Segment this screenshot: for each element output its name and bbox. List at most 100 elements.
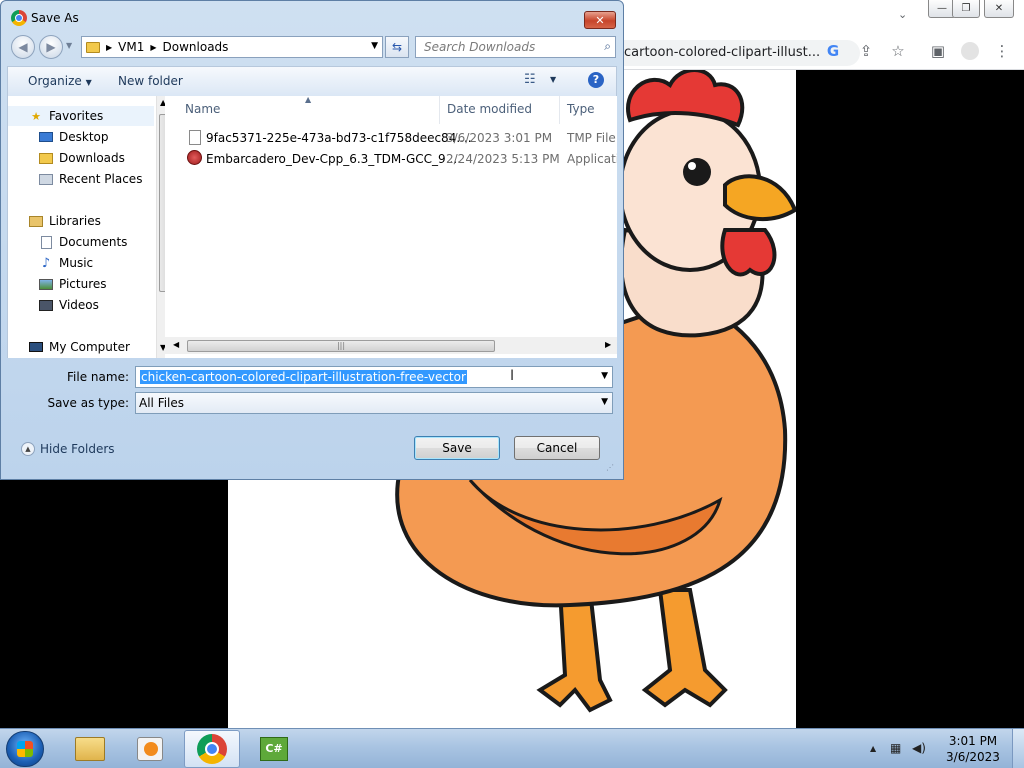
taskbar-csharp[interactable]: C#	[246, 730, 302, 768]
csharp-icon: C#	[260, 737, 288, 761]
refresh-icon: ⇆	[391, 40, 403, 54]
file-name-value: chicken-cartoon-colored-clipart-illustra…	[140, 370, 467, 384]
documents-icon	[38, 235, 54, 249]
share-icon[interactable]: ⇪	[853, 38, 879, 64]
bookmark-star-icon[interactable]: ☆	[885, 38, 911, 64]
file-type: TMP File	[567, 131, 616, 145]
file-date: 3/6/2023 3:01 PM	[446, 131, 553, 145]
nav-videos[interactable]: Videos	[38, 295, 99, 315]
column-header-date[interactable]: Date modified	[447, 102, 532, 116]
taskbar-media-player[interactable]	[122, 730, 178, 768]
file-type: Applicatio	[567, 152, 617, 166]
nav-scrollbar[interactable]: ▲ ▼	[156, 96, 165, 358]
nav-libraries[interactable]: Libraries	[28, 211, 101, 231]
close-icon: ✕	[595, 13, 605, 27]
nav-documents[interactable]: Documents	[38, 232, 127, 252]
pictures-icon	[38, 277, 54, 291]
google-lens-icon[interactable]: G	[820, 38, 846, 64]
file-name-label: File name:	[67, 370, 129, 384]
resize-grip-icon[interactable]: ⋰	[606, 463, 614, 472]
nav-music[interactable]: ♪ Music	[38, 253, 93, 273]
new-folder-button[interactable]: New folder	[118, 74, 183, 88]
clock-date: 3/6/2023	[946, 750, 1000, 764]
save-as-dialog: Save As ✕ ◀ ▶ ▼ ▶ VM1 ▶ Downloads ▼ ⇆ Se…	[0, 0, 624, 480]
close-button[interactable]: ✕	[984, 0, 1014, 18]
taskbar-explorer[interactable]	[62, 730, 118, 768]
file-list-hscrollbar[interactable]: ◀ ||| ▶	[165, 337, 617, 354]
nav-my-computer[interactable]: My Computer	[28, 337, 130, 357]
forward-arrow-icon: ▶	[46, 40, 56, 54]
column-header-type[interactable]: Type	[567, 102, 595, 116]
back-arrow-icon: ◀	[18, 40, 28, 54]
breadcrumb-vm1[interactable]: VM1	[118, 40, 144, 54]
help-icon[interactable]: ?	[588, 72, 604, 88]
save-type-dropdown-icon: ▼	[601, 397, 608, 407]
dialog-close-button[interactable]: ✕	[584, 11, 616, 29]
save-as-type-select[interactable]: All Files ▼	[135, 392, 613, 414]
column-divider[interactable]	[559, 96, 560, 124]
address-dropdown-icon[interactable]: ▼	[371, 41, 378, 51]
column-header-name[interactable]: Name	[185, 102, 220, 116]
menu-kebab-icon[interactable]: ⋮	[989, 38, 1015, 64]
folder-icon	[86, 41, 100, 53]
tmp-file-icon	[189, 130, 201, 145]
file-name-dropdown-icon[interactable]: ▼	[601, 371, 608, 381]
music-icon: ♪	[41, 255, 51, 271]
computer-icon	[28, 340, 44, 354]
tab-search-icon[interactable]: ⌄	[898, 8, 907, 21]
downloads-folder-icon	[38, 151, 54, 165]
organize-dropdown-icon: ▼	[85, 78, 92, 87]
navigation-pane: ★ Favorites Desktop Downloads Recent Plac…	[7, 96, 165, 358]
address-text: cartoon-colored-clipart-illust...	[624, 45, 821, 60]
taskbar-clock[interactable]: 3:01 PM 3/6/2023	[938, 733, 1008, 765]
dialog-title: Save As	[31, 11, 79, 25]
search-icon[interactable]: ⌕	[604, 39, 611, 54]
nav-recent-places[interactable]: Recent Places	[38, 169, 142, 189]
profile-avatar-icon[interactable]	[957, 38, 983, 64]
view-dropdown-icon[interactable]: ▼	[550, 75, 556, 84]
chrome-icon	[197, 734, 227, 764]
hide-folders-label: Hide Folders	[40, 442, 115, 456]
folder-icon	[75, 737, 105, 761]
scroll-left-icon[interactable]: ◀	[173, 340, 179, 349]
hscroll-thumb[interactable]: |||	[187, 340, 495, 352]
windows-logo-icon	[17, 741, 33, 757]
side-panel-icon[interactable]: ▣	[925, 38, 951, 64]
file-row[interactable]: Embarcadero_Dev-Cpp_6.3_TDM-GCC_9.... 2/…	[165, 149, 617, 169]
cancel-button[interactable]: Cancel	[514, 436, 600, 460]
file-date: 2/24/2023 5:13 PM	[446, 152, 560, 166]
back-button[interactable]: ◀	[11, 35, 35, 59]
command-bar: Organize ▼ New folder ☷ ▼ ?	[7, 66, 617, 96]
hide-folders-button[interactable]: ▲ Hide Folders	[21, 442, 115, 456]
tray-expand-icon[interactable]: ▲	[870, 744, 876, 753]
text-cursor-icon: I	[510, 368, 515, 384]
column-divider[interactable]	[439, 96, 440, 124]
refresh-button[interactable]: ⇆	[385, 36, 409, 58]
application-icon	[187, 150, 202, 165]
address-breadcrumb[interactable]: ▶ VM1 ▶ Downloads ▼	[81, 36, 383, 58]
file-name-input[interactable]: chicken-cartoon-colored-clipart-illustra…	[135, 366, 613, 388]
clock-time: 3:01 PM	[948, 734, 998, 748]
search-input[interactable]: Search Downloads ⌕	[415, 36, 616, 58]
nav-pictures[interactable]: Pictures	[38, 274, 107, 294]
desktop-icon	[38, 130, 54, 144]
scroll-right-icon[interactable]: ▶	[605, 340, 611, 349]
videos-icon	[38, 298, 54, 312]
forward-button[interactable]: ▶	[39, 35, 63, 59]
network-icon[interactable]: ▦	[890, 741, 901, 755]
save-button[interactable]: Save	[414, 436, 500, 460]
sort-indicator-icon: ▲	[305, 96, 312, 104]
restore-button[interactable]: ❐	[952, 0, 980, 18]
organize-button[interactable]: Organize ▼	[28, 74, 92, 88]
nav-downloads[interactable]: Downloads	[38, 148, 125, 168]
start-button[interactable]	[6, 731, 44, 767]
taskbar-chrome[interactable]	[184, 730, 240, 768]
nav-desktop[interactable]: Desktop	[38, 127, 109, 147]
volume-icon[interactable]: ◀)	[912, 741, 926, 755]
nav-favorites[interactable]: ★ Favorites	[8, 106, 154, 126]
view-options-icon[interactable]: ☷	[524, 72, 536, 87]
recent-locations-icon[interactable]: ▼	[66, 41, 72, 50]
breadcrumb-downloads[interactable]: Downloads	[163, 40, 229, 54]
file-row[interactable]: 9fac5371-225e-473a-bd73-c1f758deec84....…	[165, 128, 617, 148]
show-desktop-button[interactable]	[1012, 729, 1024, 768]
